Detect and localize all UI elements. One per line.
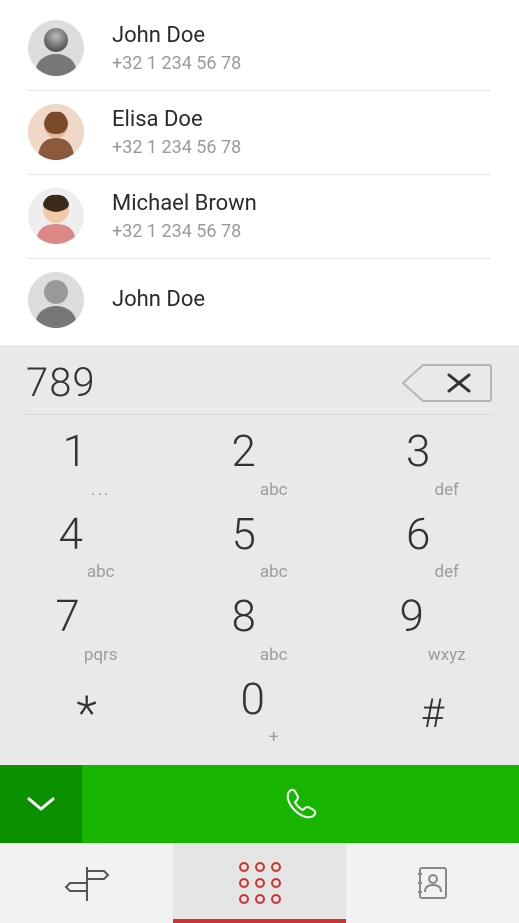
bottom-tab-bar (0, 843, 519, 923)
tab-contacts[interactable] (346, 843, 519, 923)
contact-info: John Doe +32 1 234 56 78 (112, 22, 241, 74)
contact-name: John Doe (112, 22, 241, 51)
contact-phone: +32 1 234 56 78 (112, 53, 241, 74)
contact-row[interactable]: John Doe +32 1 234 56 78 (0, 6, 519, 90)
contact-info: John Doe (112, 286, 205, 315)
key-8[interactable]: 8abc (173, 590, 346, 673)
backspace-button[interactable] (399, 363, 493, 403)
contact-info: Elisa Doe +32 1 234 56 78 (112, 106, 241, 158)
avatar (28, 188, 84, 244)
collapse-dialpad-button[interactable] (0, 765, 82, 843)
contact-row[interactable]: John Doe (0, 258, 519, 328)
keypad: 1... 2abc 3def 4abc 5abc 6def 7pqrs 8abc… (0, 415, 519, 765)
chevron-down-icon (27, 795, 55, 813)
address-book-icon (414, 864, 452, 902)
tab-dialpad[interactable] (173, 843, 346, 923)
call-button[interactable] (82, 765, 519, 843)
key-3[interactable]: 3def (346, 425, 519, 508)
key-9[interactable]: 9wxyz (346, 590, 519, 673)
contact-info: Michael Brown +32 1 234 56 78 (112, 190, 257, 242)
contact-name: Elisa Doe (112, 106, 241, 135)
key-7[interactable]: 7pqrs (0, 590, 173, 673)
contact-phone: +32 1 234 56 78 (112, 221, 257, 242)
avatar (28, 20, 84, 76)
signpost-icon (64, 863, 110, 903)
contacts-list: John Doe +32 1 234 56 78 Elisa Doe +32 1… (0, 0, 519, 328)
contact-row[interactable]: Elisa Doe +32 1 234 56 78 (0, 90, 519, 174)
entered-number: 789 (26, 359, 96, 406)
dialpad-dots-icon (239, 862, 281, 904)
key-6[interactable]: 6def (346, 508, 519, 591)
key-2[interactable]: 2abc (173, 425, 346, 508)
avatar (28, 104, 84, 160)
key-star[interactable]: * (0, 673, 173, 756)
contact-phone: +32 1 234 56 78 (112, 137, 241, 158)
contact-name: John Doe (112, 286, 205, 315)
key-5[interactable]: 5abc (173, 508, 346, 591)
contact-row[interactable]: Michael Brown +32 1 234 56 78 (0, 174, 519, 258)
key-hash[interactable]: # (346, 673, 519, 756)
key-0[interactable]: 0+ (173, 673, 346, 756)
dial-entry-area: 789 (0, 345, 519, 415)
key-1[interactable]: 1... (0, 425, 173, 508)
tab-directions[interactable] (0, 843, 173, 923)
key-4[interactable]: 4abc (0, 508, 173, 591)
avatar (28, 272, 84, 328)
contact-name: Michael Brown (112, 190, 257, 219)
phone-icon (282, 785, 320, 823)
call-bar (0, 765, 519, 843)
dialpad-panel: 789 1... 2abc 3def 4abc 5abc 6def 7pqrs … (0, 345, 519, 923)
